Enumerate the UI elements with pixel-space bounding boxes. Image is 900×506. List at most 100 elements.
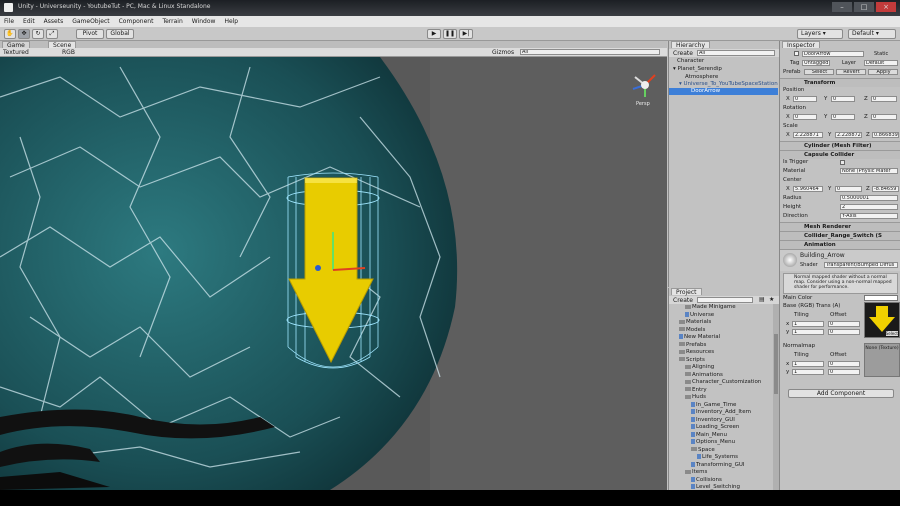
project-item[interactable]: New Material — [669, 334, 773, 341]
is-trigger-checkbox[interactable] — [840, 160, 845, 165]
hierarchy-item-doorarrow[interactable]: DoorArrow — [669, 88, 778, 95]
hierarchy-item-planet[interactable]: ▾ Planet_Serendip — [669, 66, 778, 73]
menu-assets[interactable]: Assets — [44, 18, 64, 27]
tiling-x-field[interactable]: 1 — [792, 321, 824, 327]
main-color-swatch[interactable] — [864, 295, 898, 301]
project-item[interactable]: Prefabs — [669, 342, 773, 349]
project-item[interactable]: Character_Customization — [669, 379, 773, 386]
star-icon[interactable]: ★ — [769, 296, 774, 303]
tab-hierarchy[interactable]: Hierarchy — [671, 41, 711, 49]
project-item[interactable]: Options_Menu — [669, 439, 773, 446]
rotate-tool-icon[interactable]: ↻ — [32, 29, 44, 39]
menu-terrain[interactable]: Terrain — [162, 18, 182, 27]
project-item[interactable]: Main_Menu — [669, 431, 773, 439]
project-item[interactable]: Items — [669, 469, 773, 476]
filter-icon[interactable]: ▤ — [759, 296, 765, 303]
project-item[interactable]: Collisions — [669, 476, 773, 484]
project-item[interactable]: Entry — [669, 387, 773, 394]
scale-tool-icon[interactable]: ⤢ — [46, 29, 58, 39]
menu-window[interactable]: Window — [192, 18, 216, 27]
project-item[interactable]: Loading_Screen — [669, 424, 773, 431]
project-create-button[interactable]: Create — [673, 297, 693, 304]
tiling-y-field[interactable]: 1 — [792, 329, 824, 335]
menu-help[interactable]: Help — [224, 18, 238, 27]
minimize-icon[interactable]: – — [832, 2, 852, 12]
offset-y-field[interactable]: 0 — [828, 329, 860, 335]
project-item[interactable]: Resources — [669, 349, 773, 356]
direction-dropdown[interactable]: Y-Axis — [840, 213, 898, 219]
center-x-field[interactable]: 5.960464 — [793, 186, 823, 192]
rotation-y-field[interactable]: 0 — [831, 114, 855, 120]
scale-x-field[interactable]: 2.228871 — [793, 132, 823, 138]
layout-dropdown[interactable]: Default ▾ — [848, 29, 896, 39]
height-field[interactable]: 2 — [840, 204, 898, 210]
hierarchy-item-universe-link[interactable]: ▾ Universe_To_YouTubeSpaceStation — [669, 81, 778, 88]
prefab-revert-button[interactable]: Revert — [836, 69, 866, 75]
animation-header[interactable]: Animation — [780, 240, 900, 249]
normal-offset-y-field[interactable]: 0 — [828, 369, 860, 375]
mesh-renderer-header[interactable]: Mesh Renderer — [780, 222, 900, 231]
maximize-icon[interactable]: □ — [854, 2, 874, 12]
hierarchy-item-character[interactable]: Character — [669, 58, 778, 65]
tab-project[interactable]: Project — [671, 288, 702, 296]
transform-header[interactable]: Transform — [780, 78, 900, 87]
center-z-field[interactable]: -8.84659 — [872, 186, 899, 192]
mesh-filter-header[interactable]: Cylinder (Mesh Filter) — [780, 141, 900, 150]
gizmos-dropdown[interactable]: Gizmos — [492, 49, 514, 56]
menu-file[interactable]: File — [4, 18, 14, 27]
rotation-x-field[interactable]: 0 — [793, 114, 817, 120]
project-item[interactable]: Scripts — [669, 357, 773, 364]
menu-component[interactable]: Component — [119, 18, 154, 27]
radius-field[interactable]: 0.5000001 — [840, 195, 898, 201]
pause-button[interactable]: ❚❚ — [443, 29, 457, 39]
menu-edit[interactable]: Edit — [23, 18, 35, 27]
prefab-apply-button[interactable]: Apply — [868, 69, 898, 75]
project-item[interactable]: Inventory_GUI — [669, 416, 773, 424]
hand-tool-icon[interactable]: ✋ — [4, 29, 16, 39]
scale-z-field[interactable]: 0.866839 — [872, 132, 899, 138]
tab-inspector[interactable]: Inspector — [782, 41, 820, 49]
project-item[interactable]: Universe — [669, 311, 773, 319]
position-x-field[interactable]: 0 — [793, 96, 817, 102]
tab-scene[interactable]: Scene — [48, 41, 77, 49]
project-item[interactable]: Space — [669, 447, 773, 454]
layers-dropdown[interactable]: Layers ▾ — [797, 29, 843, 39]
project-item[interactable]: Models — [669, 327, 773, 334]
scene-search-input[interactable]: All — [520, 49, 660, 55]
shading-mode-dropdown[interactable]: Textured — [3, 49, 29, 56]
material-header[interactable]: Building_Arrow Shader Transparent/Bumped… — [780, 249, 900, 271]
active-checkbox[interactable] — [794, 51, 799, 56]
layer-dropdown[interactable]: Default — [864, 60, 898, 66]
scale-y-field[interactable]: 2.228872 — [835, 132, 862, 138]
collider-material-field[interactable]: None (Physic Mater — [840, 168, 898, 174]
persp-label[interactable]: Persp — [636, 101, 650, 107]
position-z-field[interactable]: 0 — [871, 96, 897, 102]
project-item[interactable]: Materials — [669, 319, 773, 326]
hierarchy-create-button[interactable]: Create — [673, 50, 693, 57]
project-item[interactable]: Made Minigame — [669, 304, 773, 311]
scene-viewport[interactable]: Persp — [0, 57, 667, 490]
project-item[interactable]: Huds — [669, 394, 773, 401]
center-y-field[interactable]: 0 — [835, 186, 862, 192]
offset-x-field[interactable]: 0 — [828, 321, 860, 327]
capsule-collider-header[interactable]: Capsule Collider — [780, 150, 900, 159]
pivot-toggle[interactable]: Pivot — [76, 29, 104, 39]
add-component-button[interactable]: Add Component — [788, 389, 894, 398]
position-y-field[interactable]: 0 — [831, 96, 855, 102]
project-item[interactable]: Aligning — [669, 364, 773, 371]
rotation-z-field[interactable]: 0 — [871, 114, 897, 120]
normal-tiling-x-field[interactable]: 1 — [792, 361, 824, 367]
play-button[interactable]: ▶ — [427, 29, 441, 39]
project-item[interactable]: Transforming_GUI — [669, 461, 773, 469]
normal-tiling-y-field[interactable]: 1 — [792, 369, 824, 375]
normal-offset-x-field[interactable]: 0 — [828, 361, 860, 367]
prefab-select-button[interactable]: Select — [804, 69, 834, 75]
hierarchy-item-atmosphere[interactable]: Atmosphere — [669, 74, 778, 81]
tab-game[interactable]: Game — [2, 41, 30, 49]
project-item[interactable]: In_Game_Time — [669, 401, 773, 409]
global-toggle[interactable]: Global — [106, 29, 134, 39]
step-button[interactable]: ▶| — [459, 29, 473, 39]
menu-gameobject[interactable]: GameObject — [72, 18, 109, 27]
render-mode-dropdown[interactable]: RGB — [62, 49, 75, 56]
close-icon[interactable]: × — [876, 2, 896, 12]
